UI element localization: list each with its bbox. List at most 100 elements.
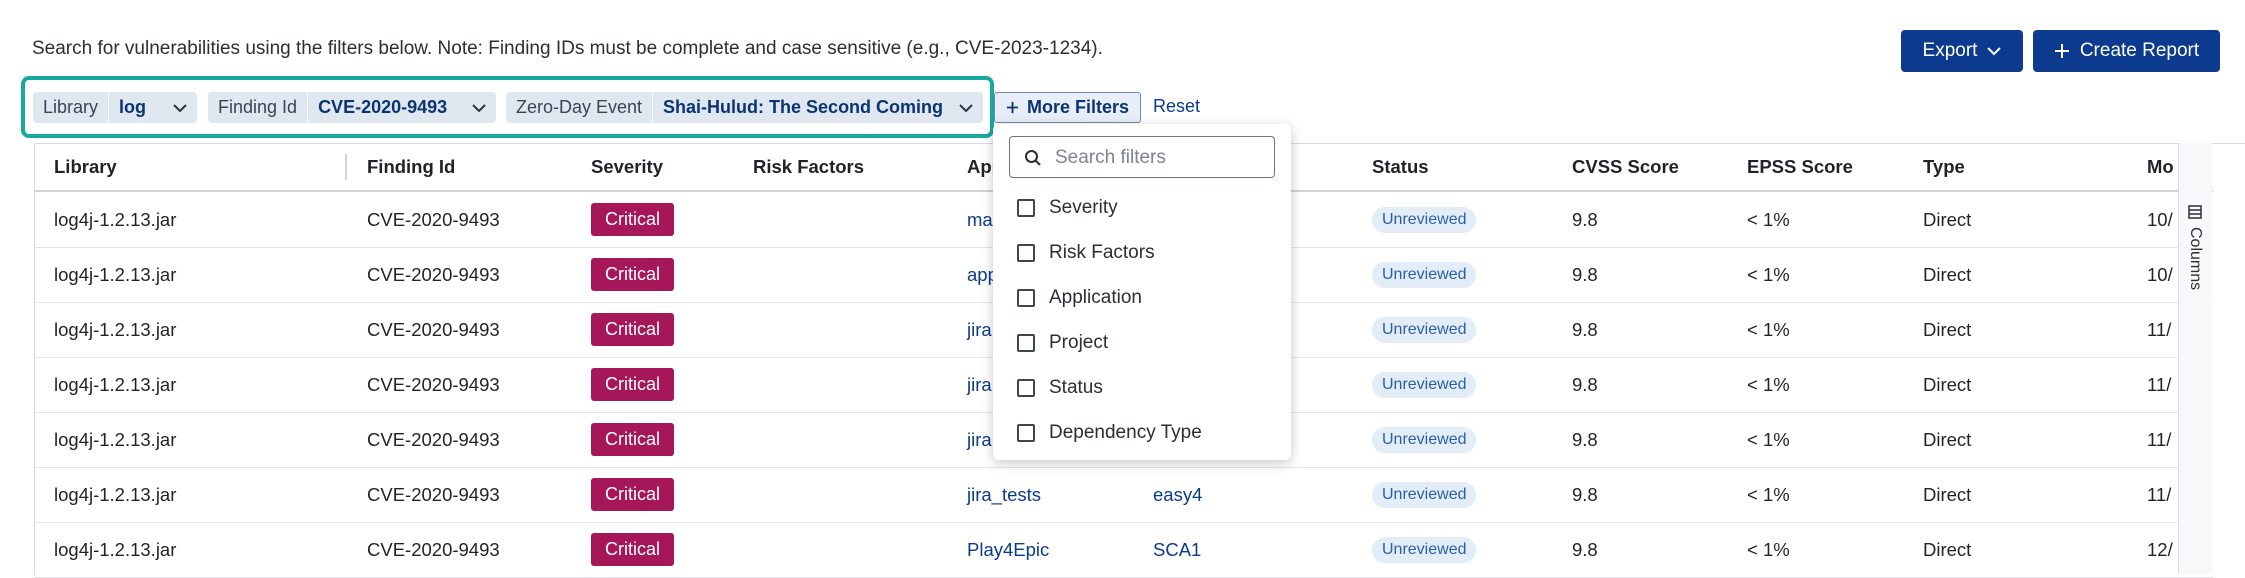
table-row[interactable]: log4j-1.2.13.jar CVE-2020-9493 Critical Pla… <box>35 522 2213 578</box>
checkbox[interactable] <box>1017 244 1035 262</box>
cell-finding-id: CVE-2020-9493 <box>367 538 500 560</box>
filter-option-risk-factors[interactable]: Risk Factors <box>1017 238 1155 268</box>
application-link[interactable]: jira <box>967 319 992 341</box>
table-cell: CVE-2020-9493 <box>367 357 500 412</box>
project-link[interactable]: easy4 <box>1153 484 1202 506</box>
table-cell: Direct <box>1923 302 1971 357</box>
checkbox[interactable] <box>1017 334 1035 352</box>
filter-chip-zero-day-event[interactable]: Zero-Day Event Shai-Hulud: The Second Co… <box>506 92 983 123</box>
table-row[interactable]: log4j-1.2.13.jar CVE-2020-9493 Critical jir… <box>35 467 2213 523</box>
column-header-risk-factors[interactable]: Risk Factors <box>753 144 864 190</box>
cell-library: log4j-1.2.13.jar <box>54 318 177 340</box>
table-cell: log4j-1.2.13.jar <box>54 302 176 357</box>
cell-epss-score: < 1% <box>1747 263 1790 285</box>
checkbox[interactable] <box>1017 199 1035 217</box>
cell-finding-id: CVE-2020-9493 <box>367 263 500 285</box>
table-cell: CVE-2020-9493 <box>367 522 500 577</box>
application-link[interactable]: Play4Epic <box>967 539 1049 561</box>
filter-option-project[interactable]: Project <box>1017 328 1108 358</box>
table-cell: < 1% <box>1747 192 1790 247</box>
chip-separator <box>108 92 110 123</box>
table-cell: log4j-1.2.13.jar <box>54 467 176 522</box>
table-cell: jira <box>967 412 992 467</box>
more-filters-dropdown: Severity Risk Factors Application Projec… <box>993 124 1291 460</box>
table-cell: Critical <box>591 412 675 467</box>
table-cell: < 1% <box>1747 467 1790 522</box>
severity-badge: Critical <box>591 368 675 401</box>
table-cell: 9.8 <box>1572 412 1598 467</box>
table-cell: 11/ <box>2147 357 2171 412</box>
application-link[interactable]: ma <box>967 209 993 231</box>
export-button[interactable]: Export <box>1901 30 2023 72</box>
filter-option-dependency-type[interactable]: Dependency Type <box>1017 418 1202 448</box>
column-header-status[interactable]: Status <box>1372 144 1429 190</box>
table-cell: Unreviewed <box>1372 412 1477 467</box>
table-cell: CVE-2020-9493 <box>367 247 500 302</box>
column-header-finding-id[interactable]: Finding Id <box>367 144 455 190</box>
table-cell: 9.8 <box>1572 467 1598 522</box>
table-cell: 11/ <box>2147 467 2171 522</box>
filter-chip-value: CVE-2020-9493 <box>318 97 448 117</box>
project-link[interactable]: SCA1 <box>1153 539 1201 561</box>
filter-chip-library[interactable]: Library log <box>33 92 197 123</box>
column-header-epss-score[interactable]: EPSS Score <box>1747 144 1853 190</box>
application-link[interactable]: jira <box>967 429 992 451</box>
severity-badge: Critical <box>591 533 675 566</box>
table-cell: Unreviewed <box>1372 357 1477 412</box>
status-badge: Unreviewed <box>1372 426 1477 453</box>
table-cell: < 1% <box>1747 247 1790 302</box>
cell-cvss-score: 9.8 <box>1572 208 1598 230</box>
severity-badge: Critical <box>591 423 675 456</box>
checkbox[interactable] <box>1017 424 1035 442</box>
severity-badge: Critical <box>591 258 675 291</box>
checkbox[interactable] <box>1017 289 1035 307</box>
cell-epss-score: < 1% <box>1747 538 1790 560</box>
table-cell: log4j-1.2.13.jar <box>54 522 176 577</box>
table-cell: Critical <box>591 467 675 522</box>
chevron-down-icon <box>959 103 973 112</box>
more-filters-button[interactable]: More Filters <box>994 92 1141 123</box>
cell-cvss-score: 9.8 <box>1572 428 1598 450</box>
application-link[interactable]: jira <box>967 374 992 396</box>
table-cell: Direct <box>1923 522 1971 577</box>
cell-epss-score: < 1% <box>1747 373 1790 395</box>
severity-badge: Critical <box>591 203 675 236</box>
chevron-down-icon <box>472 103 486 112</box>
filter-chip-value: log <box>119 97 147 117</box>
column-header-type[interactable]: Type <box>1923 144 1965 190</box>
column-resize-handle[interactable] <box>345 154 347 180</box>
column-header-severity[interactable]: Severity <box>591 144 663 190</box>
chevron-down-icon <box>173 103 187 112</box>
status-badge: Unreviewed <box>1372 261 1477 288</box>
cell-cvss-score: 9.8 <box>1572 318 1598 340</box>
column-header-modified[interactable]: Mo <box>2147 144 2174 190</box>
table-cell: Direct <box>1923 357 1971 412</box>
columns-icon <box>2188 205 2202 219</box>
table-cell: CVE-2020-9493 <box>367 302 500 357</box>
create-report-button[interactable]: Create Report <box>2033 30 2220 72</box>
filter-chip-finding-id[interactable]: Finding Id CVE-2020-9493 <box>208 92 496 123</box>
table-cell: Critical <box>591 357 675 412</box>
application-link[interactable]: jira_tests <box>967 484 1041 506</box>
filter-chip-label: Library <box>43 97 99 117</box>
filter-search-input[interactable] <box>1053 145 1267 171</box>
cell-epss-score: < 1% <box>1747 428 1790 450</box>
more-filters-label: More Filters <box>1026 97 1130 117</box>
filter-option-severity[interactable]: Severity <box>1017 193 1118 223</box>
column-header-library[interactable]: Library <box>54 144 117 190</box>
checkbox[interactable] <box>1017 379 1035 397</box>
filter-option-label: Application <box>1049 287 1142 308</box>
plus-icon <box>2054 44 2069 58</box>
filter-option-status[interactable]: Status <box>1017 373 1103 403</box>
reset-link[interactable]: Reset <box>1153 96 1200 117</box>
cell-type: Direct <box>1923 263 1972 285</box>
create-report-label: Create Report <box>2079 40 2200 61</box>
columns-label: Columns <box>2187 227 2204 291</box>
table-cell: < 1% <box>1747 302 1790 357</box>
table-cell: 10/ <box>2147 192 2173 247</box>
cell-cvss-score: 9.8 <box>1572 263 1598 285</box>
columns-panel-toggle[interactable]: Columns <box>2178 143 2212 574</box>
table-cell: < 1% <box>1747 522 1790 577</box>
filter-option-application[interactable]: Application <box>1017 283 1142 313</box>
column-header-cvss-score[interactable]: CVSS Score <box>1572 144 1679 190</box>
